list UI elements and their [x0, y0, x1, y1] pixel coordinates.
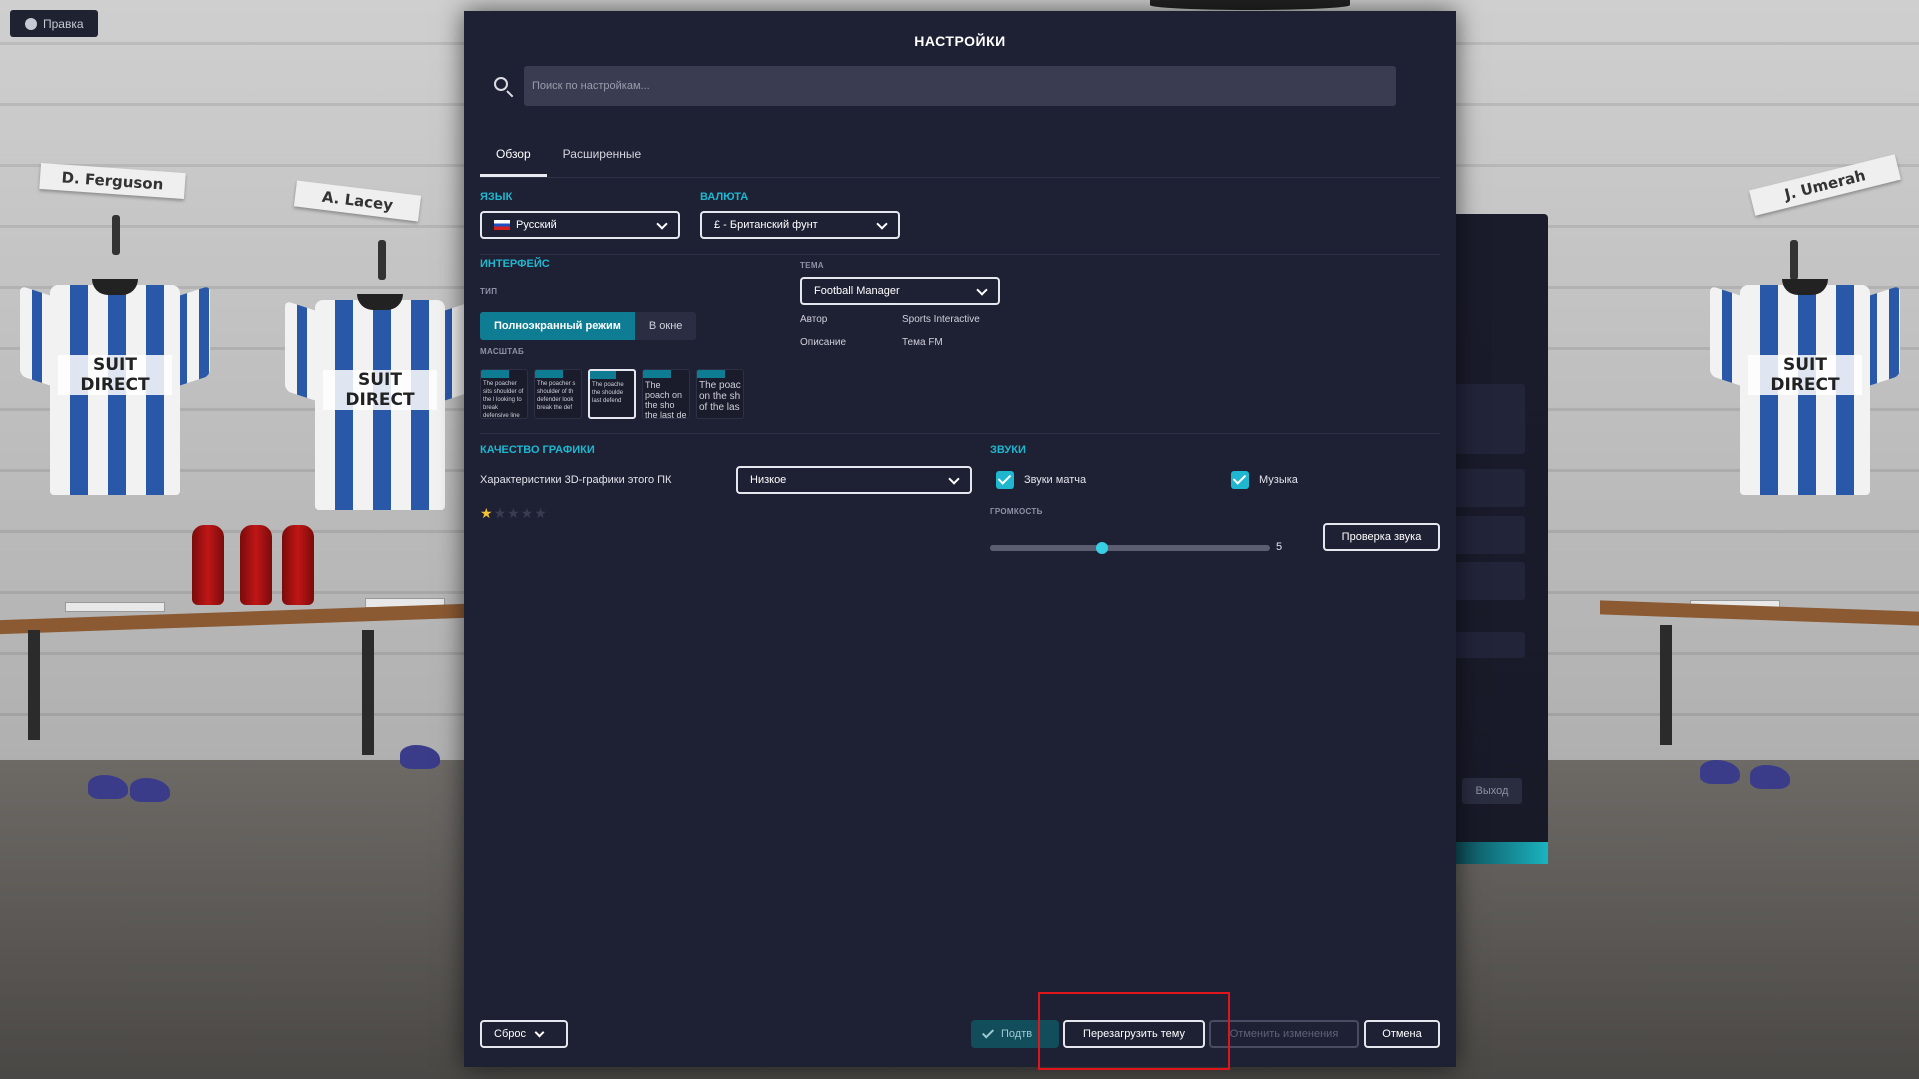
currency-value: £ - Британский фунт [714, 219, 818, 231]
match-sounds-checkbox[interactable] [996, 471, 1014, 489]
hook [112, 215, 120, 255]
music-checkbox[interactable] [1231, 471, 1249, 489]
star-icon: ★★★★ [493, 505, 548, 521]
bench-leg [1660, 625, 1672, 745]
scale-preview-text: The poach on the sho the last de [645, 380, 687, 419]
theme-description-label: Описание [800, 337, 847, 348]
settings-tabs: Обзор Расширенные [480, 135, 657, 177]
exit-button[interactable]: Выход [1462, 778, 1522, 804]
undo-changes-button[interactable]: Отменить изменения [1209, 1020, 1359, 1048]
scale-preview-text: The poacher sits shoulder of the l looki… [483, 381, 524, 419]
currency-heading: ВАЛЮТА [700, 191, 749, 203]
towel [65, 602, 165, 612]
type-label: ТИП [480, 287, 498, 296]
scale-option[interactable]: The poac on the sh of the las [696, 369, 744, 419]
fullscreen-option[interactable]: Полноэкранный режим [480, 312, 635, 340]
shirt: SUIT DIRECT [1710, 275, 1900, 495]
dialog-title: НАСТРОЙКИ [914, 33, 1006, 49]
search-icon [494, 77, 508, 91]
divider [480, 433, 1440, 434]
display-mode-toggle: Полноэкранный режим В окне [480, 312, 697, 340]
tab-advanced[interactable]: Расширенные [547, 135, 658, 177]
graphics-quality-dropdown[interactable]: Низкое [736, 466, 972, 494]
chevron-down-icon [534, 1027, 545, 1037]
nameplate-left: D. Ferguson [39, 162, 186, 200]
theme-dropdown[interactable]: Football Manager [800, 277, 1000, 305]
russia-flag-icon [494, 220, 510, 230]
shirt: SUIT DIRECT [20, 275, 210, 495]
scale-preview-text: The poache the shoulde last defend [592, 382, 624, 404]
windowed-option[interactable]: В окне [635, 312, 697, 340]
graphics-quality-value: Низкое [750, 474, 787, 486]
edit-button[interactable]: Правка [10, 10, 98, 37]
volume-slider-handle[interactable] [1096, 542, 1108, 554]
currency-dropdown[interactable]: £ - Британский фунт [700, 211, 900, 239]
star-icon: ★ [480, 505, 494, 521]
settings-dialog: НАСТРОЙКИ Обзор Расширенные ЯЗЫК Русский… [464, 11, 1456, 1067]
water-bottle [282, 525, 314, 605]
bench-leg [362, 630, 374, 755]
water-bottle [192, 525, 224, 605]
nameplate-right: J. Umerah [1749, 154, 1901, 216]
search-bar [480, 66, 1424, 106]
shirt-sponsor: SUIT DIRECT [58, 355, 172, 395]
volume-slider[interactable] [990, 542, 1270, 554]
graphics-rating: ★★★★★ [480, 505, 548, 522]
theme-author-label: Автор [800, 314, 828, 325]
scale-option[interactable]: The poach on the sho the last de [642, 369, 690, 419]
language-value: Русский [516, 219, 557, 231]
edit-button-label: Правка [43, 16, 84, 31]
tab-overview[interactable]: Обзор [480, 135, 547, 177]
scale-option-selected[interactable]: The poache the shoulde last defend [588, 369, 636, 419]
scale-option[interactable]: The poacher sits shoulder of the l looki… [480, 369, 528, 419]
language-heading: ЯЗЫК [480, 191, 513, 203]
ceiling-fixture [1150, 0, 1350, 10]
theme-value: Football Manager [814, 285, 900, 297]
search-input[interactable] [524, 66, 1396, 106]
highlight-box [1038, 992, 1230, 1070]
sound-test-button[interactable]: Проверка звука [1323, 523, 1440, 551]
chevron-down-icon [876, 218, 888, 230]
scale-label: МАСШТАБ [480, 347, 525, 356]
divider [480, 177, 1440, 178]
bench-leg [28, 630, 40, 740]
sounds-heading: ЗВУКИ [990, 444, 1026, 456]
language-dropdown[interactable]: Русский [480, 211, 680, 239]
scale-option[interactable]: The poacher s shoulder of th defender lo… [534, 369, 582, 419]
theme-description-value: Тема FM [902, 337, 943, 348]
scale-preview-text: The poac on the sh of the las [699, 380, 741, 413]
shirt: SUIT DIRECT [285, 290, 475, 510]
checkmark-icon [981, 1026, 995, 1039]
graphics-pc-label: Характеристики 3D-графики этого ПК [480, 474, 672, 486]
scale-options: The poacher sits shoulder of the l looki… [480, 369, 744, 419]
background-menu-panel: Выход [1440, 214, 1548, 864]
chevron-down-icon [656, 218, 668, 230]
theme-author-value: Sports Interactive [902, 314, 980, 325]
volume-value: 5 [1276, 541, 1283, 553]
shirt-sponsor: SUIT DIRECT [323, 370, 437, 410]
shirt-sponsor: SUIT DIRECT [1748, 355, 1862, 395]
hook [1790, 240, 1798, 280]
volume-label: ГРОМКОСТЬ [990, 507, 1043, 516]
match-sounds-label: Звуки матча [1024, 474, 1087, 486]
football-boot [400, 745, 440, 769]
interface-heading: ИНТЕРФЕЙС [480, 258, 550, 270]
chevron-down-icon [948, 473, 960, 485]
music-label: Музыка [1259, 474, 1298, 486]
chevron-down-icon [976, 284, 988, 296]
hook [378, 240, 386, 280]
volume-slider-fill [990, 545, 1102, 551]
person-icon [25, 17, 37, 30]
cancel-button[interactable]: Отмена [1364, 1020, 1440, 1048]
reset-button-label: Сброс [494, 1028, 526, 1040]
scale-preview-text: The poacher s shoulder of th defender lo… [537, 381, 576, 411]
graphics-heading: КАЧЕСТВО ГРАФИКИ [480, 444, 595, 456]
divider [480, 254, 1440, 255]
water-bottle [240, 525, 272, 605]
nameplate-center: A. Lacey [293, 180, 422, 222]
theme-label: ТЕМА [800, 261, 824, 270]
confirm-button-label: Подтв [1001, 1028, 1033, 1040]
reset-button[interactable]: Сброс [480, 1020, 568, 1048]
